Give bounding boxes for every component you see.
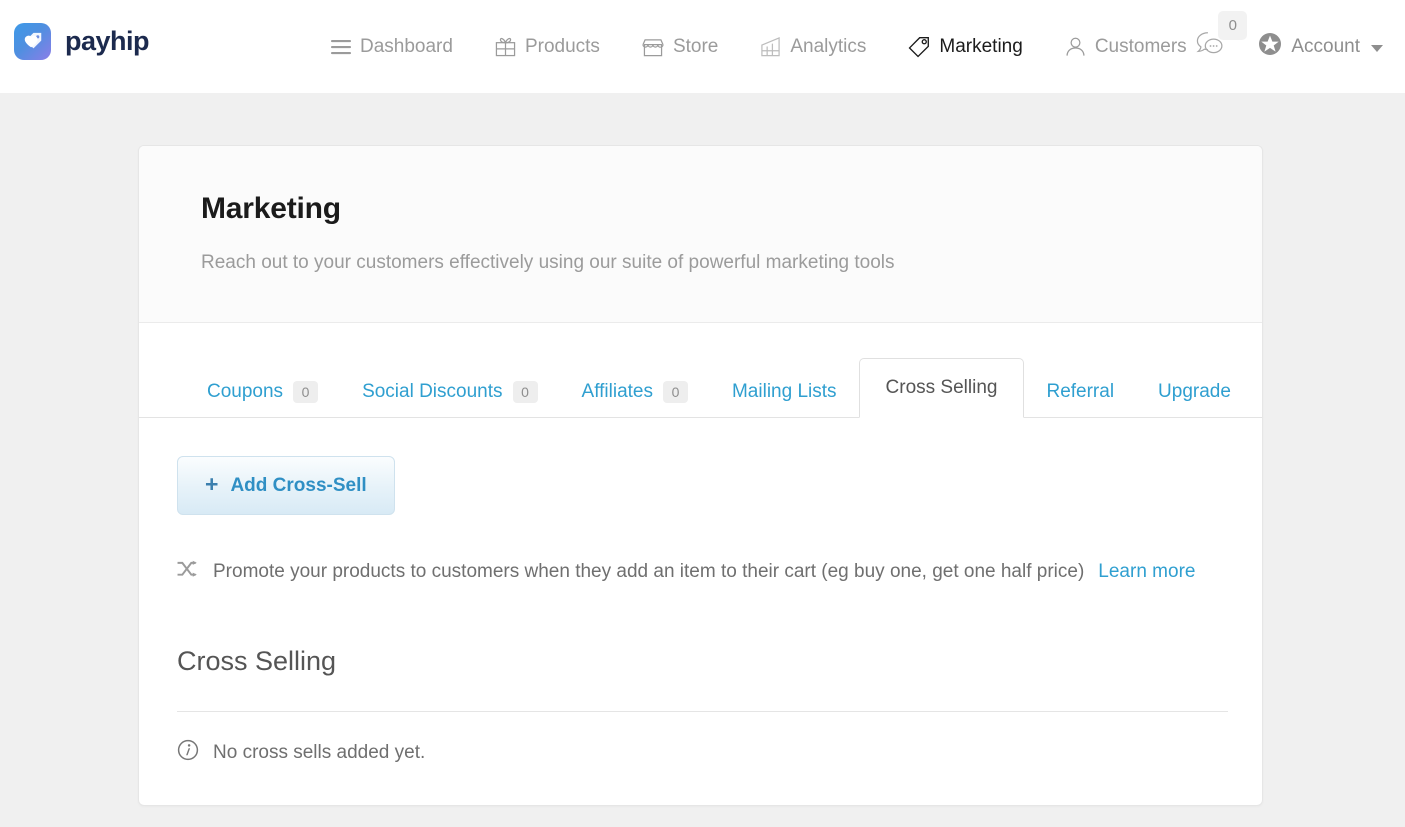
tab-label-affiliates: Affiliates (581, 381, 653, 402)
shuffle-arrows-icon (177, 560, 199, 584)
nav-label-customers: Customers (1094, 35, 1187, 57)
add-cross-sell-button[interactable]: + Add Cross-Sell (177, 456, 395, 515)
tab-label-social-discounts: Social Discounts (362, 381, 503, 402)
hamburger-menu-icon (331, 39, 351, 55)
tab-count-coupons: 0 (293, 381, 319, 403)
tab-label-coupons: Coupons (207, 381, 284, 402)
nav-item-analytics[interactable]: Analytics (739, 36, 887, 58)
brand-logo[interactable]: payhip (14, 23, 150, 60)
payhip-heart-tag-logo-icon (14, 23, 51, 60)
bar-chart-icon (760, 36, 781, 57)
tab-label-referral: Referral (1046, 381, 1115, 402)
nav-item-products[interactable]: Products (474, 36, 621, 58)
tab-cross-selling[interactable]: Cross Selling (858, 358, 1025, 418)
nav-right-group: 0 Account (1182, 0, 1391, 93)
price-tag-icon (908, 36, 930, 58)
info-circle-icon (177, 739, 199, 767)
main-navigation: Dashboard Products Store Analytics Marke… (310, 0, 1208, 93)
nav-label-dashboard: Dashboard (360, 35, 453, 57)
nav-item-marketing[interactable]: Marketing (887, 36, 1043, 58)
cross-selling-panel: + Add Cross-Sell Promote your products t… (139, 418, 1262, 767)
section-title-cross-selling: Cross Selling (177, 646, 337, 676)
nav-item-store[interactable]: Store (621, 36, 739, 58)
tab-count-affiliates: 0 (662, 381, 688, 403)
brand-name: payhip (65, 26, 150, 56)
marketing-tabs: Coupons 0 Social Discounts 0 Affiliates … (139, 323, 1262, 418)
person-icon (1065, 36, 1086, 57)
card-header: Marketing Reach out to your customers ef… (139, 146, 1262, 323)
nav-label-marketing: Marketing (939, 35, 1023, 57)
account-menu-button[interactable]: Account (1244, 32, 1391, 62)
page-title: Marketing (201, 192, 341, 225)
marketing-card: Marketing Reach out to your customers ef… (138, 145, 1263, 806)
tab-count-social-discounts: 0 (512, 381, 538, 403)
tab-mailing-lists[interactable]: Mailing Lists (710, 366, 859, 418)
nav-label-store: Store (672, 35, 719, 57)
section-divider (177, 711, 1228, 712)
chevron-down-icon (1371, 44, 1383, 52)
tab-affiliates[interactable]: Affiliates 0 (560, 366, 710, 418)
learn-more-link[interactable]: Learn more (1098, 561, 1195, 583)
page-subtitle: Reach out to your customers effectively … (201, 252, 895, 273)
empty-state-row: No cross sells added yet. (177, 739, 1262, 767)
messages-badge: 0 (1218, 11, 1248, 40)
storefront-icon (642, 37, 664, 57)
gift-box-icon (495, 36, 516, 57)
empty-state-text: No cross sells added yet. (213, 742, 426, 763)
add-cross-sell-label: Add Cross-Sell (230, 474, 367, 496)
tab-social-discounts[interactable]: Social Discounts 0 (340, 366, 559, 418)
nav-item-dashboard[interactable]: Dashboard (310, 36, 474, 58)
cross-sell-promo-text: Promote your products to customers when … (213, 561, 1085, 582)
plus-icon: + (205, 471, 219, 497)
top-navigation-bar: payhip Dashboard Products Store Analytic… (0, 0, 1405, 93)
star-circle-icon (1258, 32, 1282, 62)
tab-label-cross-selling: Cross Selling (885, 377, 998, 398)
nav-label-analytics: Analytics (790, 35, 867, 57)
tab-label-mailing-lists: Mailing Lists (731, 381, 837, 402)
tab-referral[interactable]: Referral (1024, 366, 1136, 418)
tab-upgrade[interactable]: Upgrade (1136, 366, 1253, 418)
cross-sell-promo-row: Promote your products to customers when … (177, 560, 1262, 584)
nav-label-products: Products (524, 35, 600, 57)
tab-coupons[interactable]: Coupons 0 (185, 366, 340, 418)
tab-label-upgrade: Upgrade (1158, 381, 1231, 402)
account-label: Account (1291, 35, 1360, 57)
messages-button[interactable]: 0 (1182, 11, 1248, 62)
